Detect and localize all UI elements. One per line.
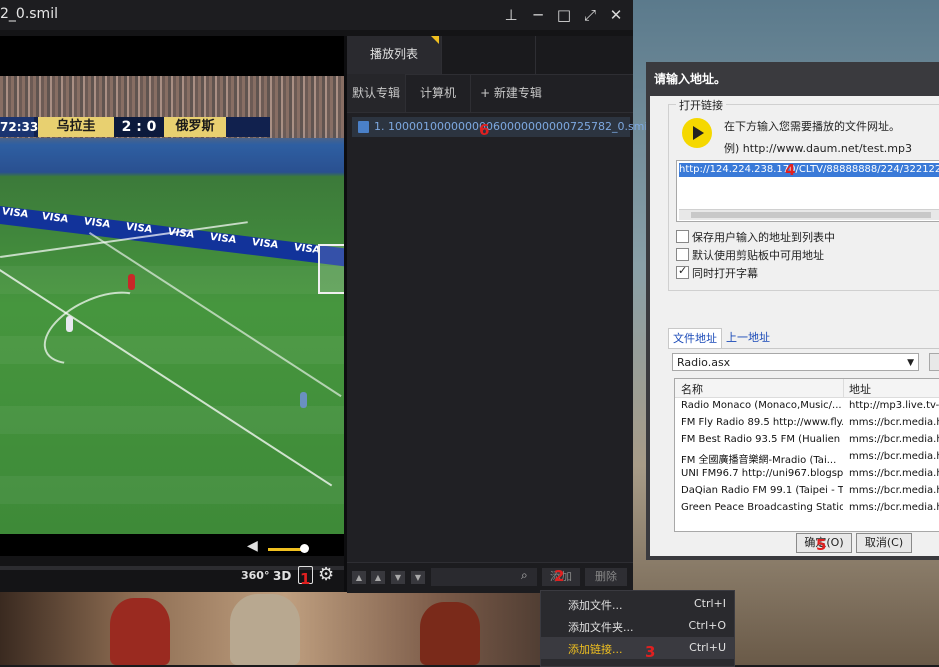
tab-file-address[interactable]: 文件地址 [668,328,722,348]
close-icon[interactable]: ✕ [605,4,627,26]
pin-icon[interactable]: ⊥ [500,4,522,26]
album-computer[interactable]: 计算机 [406,74,471,112]
check-icon: ✓ [678,264,688,277]
playlist-item-label: 1. 10000100000000060000000000725782_0.sm… [374,120,651,133]
list-item[interactable]: FM Fly Radio 89.5 http://www.fly... mms:… [675,415,939,432]
hint-text: 在下方输入您需要播放的文件网址。 [724,120,900,133]
move-top-icon[interactable]: ▲ [352,571,366,584]
tab-indicator [431,36,439,44]
playlist-panel: 播放列表 默认专辑 计算机 + 新建专辑 1. 1000010000000006… [347,36,651,593]
list-item[interactable]: DaQian Radio FM 99.1 (Taipei - T... mms:… [675,483,939,500]
select-side-button[interactable] [929,353,939,371]
move-bottom-icon[interactable]: ▼ [411,571,425,584]
video-frame: VISA VISA VISA VISA VISA VISA VISA VISA … [0,76,344,534]
group-label: 打开链接 [676,97,726,113]
album-default[interactable]: 默认专辑 [347,74,406,112]
column-name[interactable]: 名称 [681,381,703,397]
move-up-icon[interactable]: ▲ [371,571,385,584]
album-tab-bar: 默认专辑 计算机 + 新建专辑 [347,74,633,113]
list-item[interactable]: UNI FM96.7 http://uni967.blogsp... mms:/… [675,466,939,483]
step-marker-6: 6 [479,121,490,139]
team-home: 乌拉圭 [38,117,114,137]
wallpaper-figure [420,602,480,665]
list-item[interactable]: Radio Monaco (Monaco,Music/... http://mp… [675,398,939,415]
url-dialog: 请输入地址。 打开链接 在下方输入您需要播放的文件网址。 例) http://w… [646,62,939,560]
delete-button[interactable]: 删除 [585,568,627,586]
list-item[interactable]: FM 全國廣播音樂網-Mradio (Tai... mms://bcr.medi… [675,449,939,466]
add-context-menu: 添加文件... Ctrl+I 添加文件夹... Ctrl+O 添加链接... C… [540,590,735,667]
title-bar: 2_0.smil ⊥ ─ □ ⤢ ✕ [0,0,633,30]
vr-360-button[interactable]: 360° [241,569,269,582]
menu-add-link[interactable]: 添加链接... Ctrl+U [541,637,734,659]
playlist-item[interactable]: 1. 10000100000000060000000000725782_0.sm… [352,117,651,137]
station-list[interactable]: 名称 地址 Radio Monaco (Monaco,Music/... htt… [674,378,939,532]
volume-slider[interactable] [268,548,304,551]
player-figure [300,392,307,408]
url-scrollbar[interactable] [679,209,939,220]
list-header: 名称 地址 [675,379,939,398]
url-value: http://124.224.238.170/CLTV/88888888/224… [679,163,939,177]
wallpaper-figure [230,594,300,665]
volume-knob[interactable] [300,544,309,553]
select-value: Radio.asx [677,356,731,369]
player-figure [66,316,73,332]
preset-select[interactable]: Radio.asx ▼ [672,353,919,371]
team-away: 俄罗斯 [164,117,226,137]
fullscreen-icon[interactable]: ⤢ [579,4,601,26]
video-area[interactable]: VISA VISA VISA VISA VISA VISA VISA VISA … [0,36,344,556]
gear-icon[interactable]: ⚙ [318,564,334,585]
playlist-toolbar: ▲ ▲ ▼ ▼ ⌕ 添加 删除 2 [347,562,633,593]
ad-board: VISA VISA VISA VISA VISA VISA VISA VISA [0,206,344,267]
maximize-icon[interactable]: □ [553,4,575,26]
checkbox-box[interactable]: ✓ [676,264,689,279]
player-figure [128,274,135,290]
menu-add-file[interactable]: 添加文件... Ctrl+I [541,593,734,615]
play-triangle-icon [693,126,704,140]
tab-previous-address[interactable]: 上一地址 [726,328,770,347]
player-window: 2_0.smil ⊥ ─ □ ⤢ ✕ VISA VISA VISA VISA V… [0,0,651,593]
step-marker-1: 1 [300,570,311,588]
dialog-body: 打开链接 在下方输入您需要播放的文件网址。 例) http://www.daum… [650,96,939,556]
window-title: 2_0.smil [0,6,58,22]
volume-icon[interactable]: ◀ [247,538,258,554]
address-tabs: 文件地址 上一地址 [668,328,939,349]
tab-empty[interactable] [441,36,536,74]
move-down-icon[interactable]: ▼ [391,571,405,584]
cancel-button[interactable]: 取消(C) [856,533,912,553]
step-marker-4: 4 [785,161,796,179]
dialog-title: 请输入地址。 [654,72,727,86]
chevron-down-icon[interactable]: ▼ [907,354,914,372]
step-marker-5: 5 [816,536,827,554]
step-marker-2: 2 [554,567,565,585]
scoreboard: 72:33 乌拉圭 2 : 0 俄罗斯 [0,117,270,137]
score-time: 72:33 [0,117,38,137]
seek-bar[interactable] [0,566,344,570]
checkbox-box[interactable] [676,248,689,261]
panel-tab-bar: 播放列表 [347,36,633,75]
list-item[interactable]: FM Best Radio 93.5 FM (Hualien ... mms:/… [675,432,939,449]
url-input[interactable]: http://124.224.238.170/CLTV/88888888/224… [676,160,939,222]
desktop-wallpaper-bottom [0,592,633,665]
example-text: 例) http://www.daum.net/test.mp3 [724,142,912,155]
list-item[interactable]: Green Peace Broadcasting Statio... mms:/… [675,500,939,517]
tab-empty[interactable] [535,36,634,74]
3d-button[interactable]: 3D [273,569,291,583]
checkbox-box[interactable] [676,230,689,243]
menu-add-folder[interactable]: 添加文件夹... Ctrl+O [541,615,734,637]
tab-playlist[interactable]: 播放列表 [347,36,441,74]
score-value: 2 : 0 [114,117,164,137]
minimize-icon[interactable]: ─ [527,4,549,26]
column-address[interactable]: 地址 [849,381,871,397]
wallpaper-figure [110,598,170,665]
step-marker-3: 3 [645,643,656,661]
scrollbar-thumb[interactable] [691,212,931,218]
file-icon [358,121,369,133]
new-album-button[interactable]: + 新建专辑 [471,74,551,112]
goal-net [318,244,344,294]
search-icon[interactable]: ⌕ [521,568,528,583]
